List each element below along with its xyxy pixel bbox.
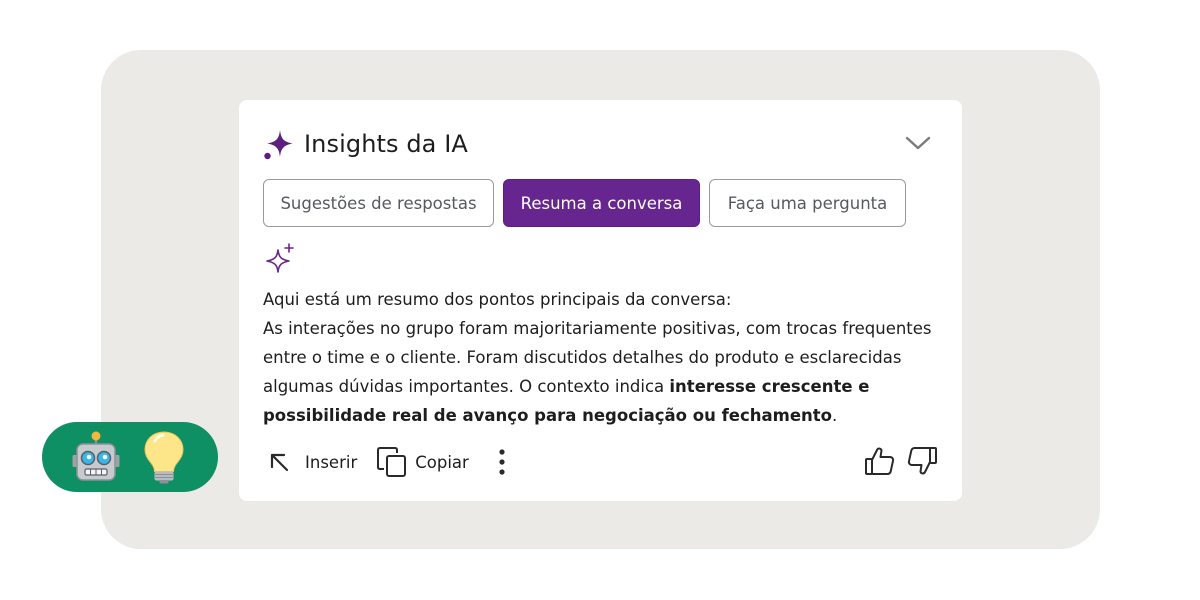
like-button[interactable] [863,443,897,479]
thumbs-down-icon [907,447,937,475]
insert-label: Inserir [305,452,358,472]
summary-line: entre o time e o cliente. Foram discutid… [263,348,902,367]
action-bar: Inserir Copiar [263,442,509,482]
tab-bar: Sugestões de respostas Resuma a conversa… [263,179,906,227]
ai-assistant-badge[interactable] [42,422,218,492]
sparkle-icon [264,130,293,160]
dislike-button[interactable] [905,443,939,479]
summary-text-regular: algumas dúvidas importantes. O contexto … [263,377,670,396]
copy-button[interactable]: Copiar [375,445,469,479]
arrow-up-left-icon [270,453,289,472]
sparkles-outline-icon [266,243,294,273]
copy-icon [377,447,407,477]
summary-text: Aqui está um resumo dos pontos principai… [263,285,932,430]
ai-insights-card: Insights da IA Sugestões de respostas Re… [239,100,962,501]
copy-label: Copiar [415,452,469,472]
summary-text-end: . [831,406,838,425]
thumbs-up-icon [865,447,895,475]
summary-line: As interações no grupo foram majoritaria… [263,319,932,338]
tab-faca-uma-pergunta[interactable]: Faça uma pergunta [709,179,906,227]
summary-line: algumas dúvidas importantes. O contexto … [263,372,923,401]
robot-icon [72,431,120,481]
summary-highlight: possibilidade real de avanço para negoci… [263,406,832,425]
chevron-down-icon [905,136,931,150]
summary-line: possibilidade real de avanço para negoci… [263,401,923,430]
card-title: Insights da IA [304,130,468,158]
collapse-button[interactable] [901,130,935,156]
more-vertical-icon [499,449,505,475]
card-header: Insights da IA [263,126,468,162]
insert-button[interactable]: Inserir [263,448,357,476]
tab-sugestoes-de-respostas[interactable]: Sugestões de respostas [263,179,494,227]
tab-resuma-a-conversa[interactable]: Resuma a conversa [503,179,700,227]
lightbulb-icon [144,431,184,484]
feedback-buttons [863,443,939,479]
summary-intro: Aqui está um resumo dos pontos principai… [263,290,732,309]
summary-highlight: interesse crescente e [669,377,870,396]
more-options-button[interactable] [495,447,509,477]
